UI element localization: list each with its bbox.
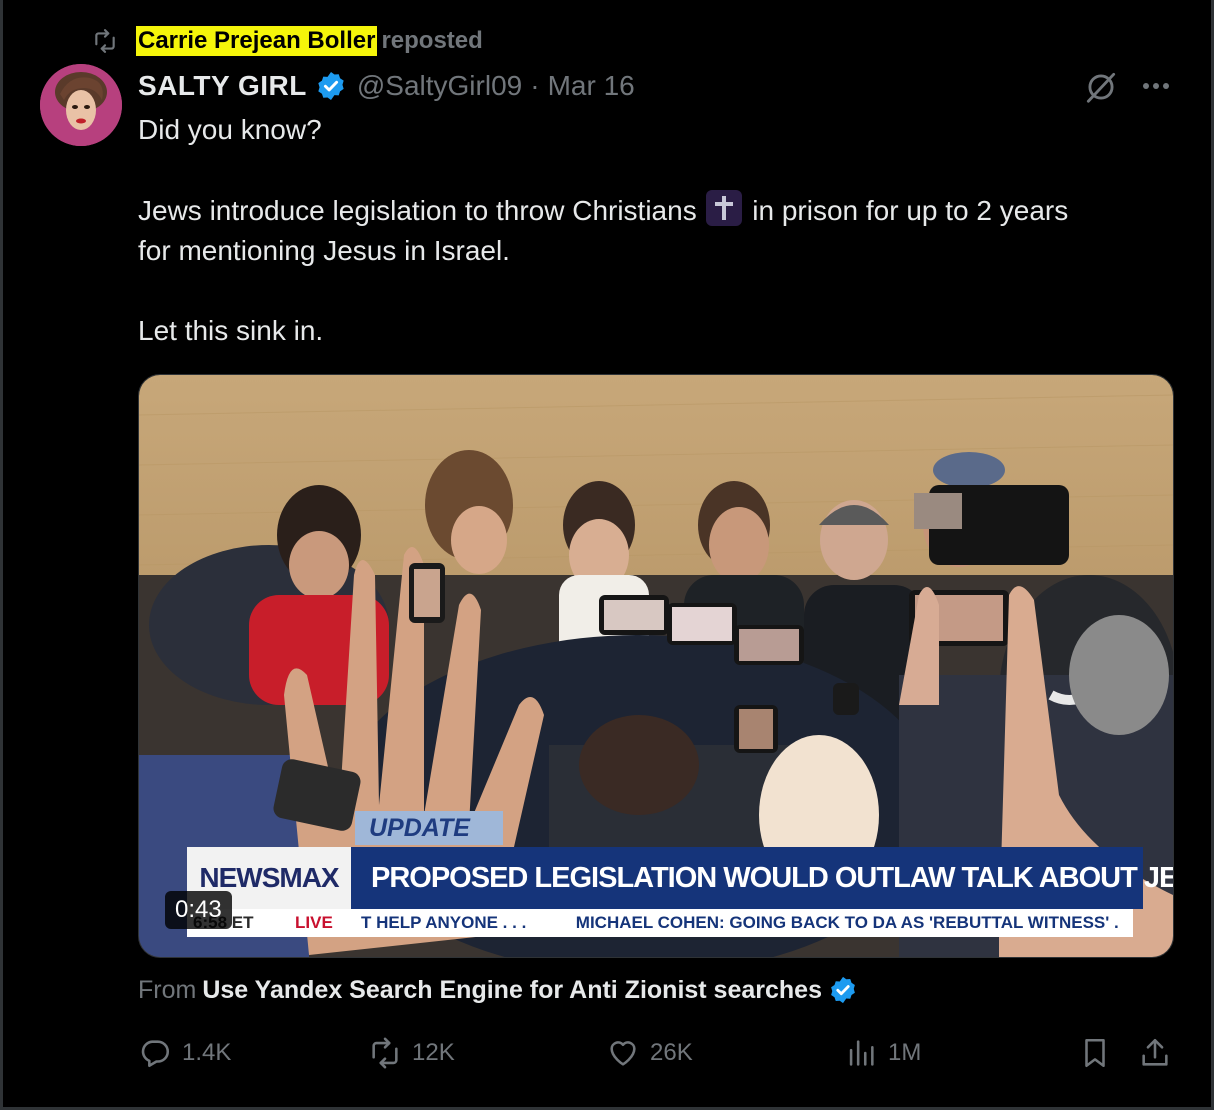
tweet-line-1: Did you know?	[138, 114, 322, 145]
tweet-line-2-before: Jews introduce legislation to throw Chri…	[138, 195, 697, 226]
tweet-line-2-after: in prison for up to 2 years	[752, 195, 1069, 226]
repost-icon	[90, 26, 124, 56]
ticker-item: T HELP ANYONE . . .	[361, 913, 527, 932]
bookmark-icon	[1085, 1038, 1105, 1068]
like-count: 26K	[650, 1039, 693, 1066]
views-button[interactable]: 1M	[844, 1030, 921, 1076]
bookmark-button[interactable]	[1078, 1030, 1122, 1076]
video-source: From Use Yandex Search Engine for Anti Z…	[138, 972, 858, 1008]
reply-button[interactable]: 1.4K	[138, 1030, 231, 1076]
video-duration: 0:43	[165, 891, 232, 929]
reply-count: 1.4K	[182, 1039, 232, 1066]
video-player[interactable]: UPDATE NEWSMAX PROPOSED LEGISLATION WOUL…	[138, 374, 1174, 958]
reposter-name[interactable]: Carrie Prejean Boller	[136, 26, 378, 56]
ticker-item: MICHAEL COHEN: GOING BACK TO DA AS 'REBU…	[575, 913, 1119, 932]
tweet-actions: 1.4K 12K 26K 1M	[138, 1030, 1178, 1076]
tweet-line-2: Jews introduce legislation to throw Chri…	[138, 190, 1178, 231]
like-button[interactable]: 26K	[606, 1030, 693, 1076]
views-chart-icon	[849, 1040, 874, 1066]
latin-cross-emoji	[706, 190, 743, 226]
verified-badge-icon[interactable]	[315, 70, 347, 102]
user-handle[interactable]: @SaltyGirl09	[357, 70, 522, 102]
tweet-text: Did you know? Jews introduce legislation…	[138, 110, 1178, 351]
verified-badge-icon	[831, 976, 855, 1004]
avatar-image	[40, 64, 122, 146]
update-tag: UPDATE	[355, 811, 503, 845]
ticker-timezone: ET	[231, 913, 254, 932]
view-count: 1M	[888, 1039, 922, 1066]
avatar[interactable]	[40, 64, 122, 146]
reply-icon	[141, 1040, 170, 1068]
source-prefix: From	[138, 975, 197, 1004]
ticker-live: LIVE	[295, 913, 333, 932]
repost-context: Carrie Prejean Boller reposted	[90, 26, 483, 56]
chyron-headline: PROPOSED LEGISLATION WOULD OUTLAW TALK A…	[351, 847, 1173, 909]
repost-label: reposted	[381, 27, 483, 54]
tweet-header: SALTY GIRL @SaltyGirl09 · Mar 16	[138, 66, 635, 106]
heart-icon	[610, 1041, 636, 1066]
more-dots-icon[interactable]	[1138, 74, 1174, 98]
share-button[interactable]	[1138, 1030, 1182, 1076]
repost-count: 12K	[412, 1039, 455, 1066]
share-icon	[1142, 1038, 1168, 1066]
source-account-link[interactable]: Use Yandex Search Engine for Anti Zionis…	[202, 976, 822, 1005]
separator-dot: ·	[530, 70, 540, 101]
tweet-line-3: for mentioning Jesus in Israel.	[138, 235, 510, 266]
grok-icon[interactable]	[1082, 68, 1120, 106]
repost-button[interactable]: 12K	[368, 1030, 455, 1076]
news-ticker: T HELP ANYONE . . . MICHAEL COHEN: GOING…	[351, 909, 1133, 937]
repost-icon	[372, 1037, 398, 1069]
tweet-date[interactable]: Mar 16	[548, 70, 635, 102]
left-border	[0, 0, 3, 1110]
tweet-line-4: Let this sink in.	[138, 315, 324, 346]
display-name[interactable]: SALTY GIRL	[138, 70, 307, 102]
